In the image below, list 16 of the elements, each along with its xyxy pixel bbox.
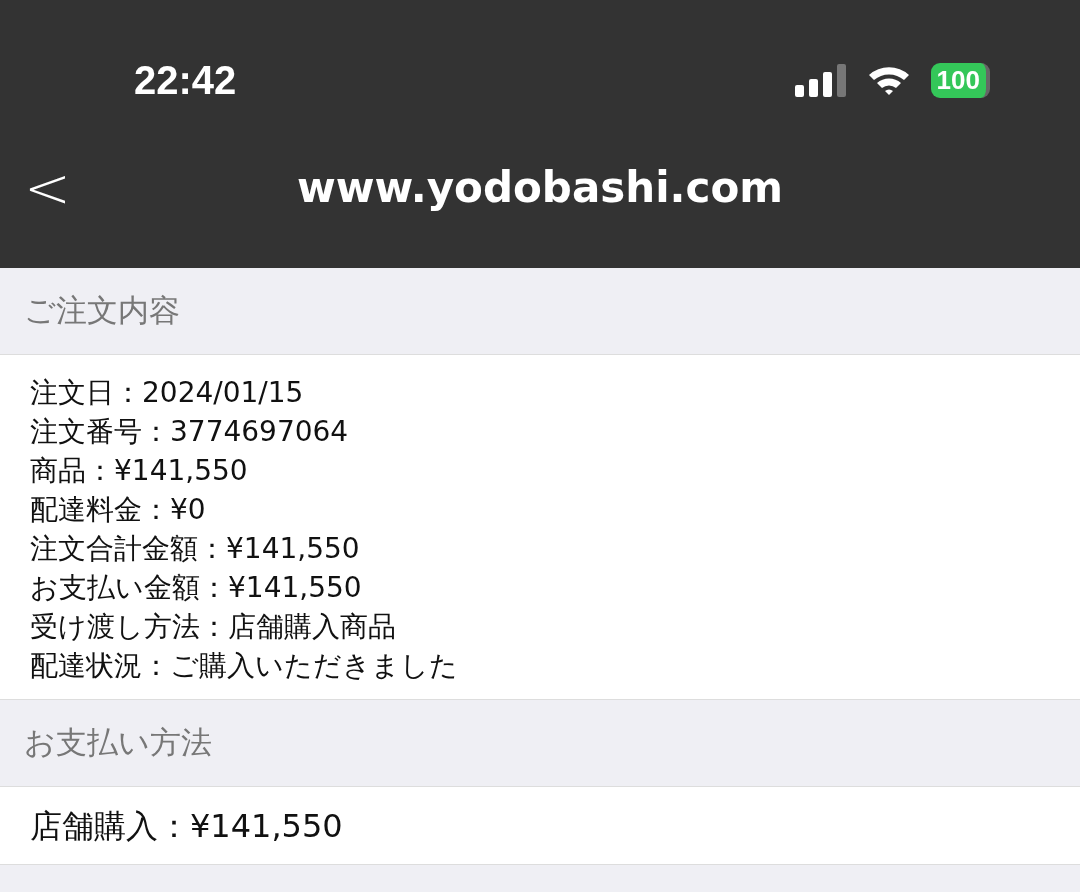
detail-line: 店舗購入：¥141,550 bbox=[30, 807, 344, 846]
detail-line: 注文日：2024/01/15 bbox=[30, 375, 305, 411]
status-time: 22:42 bbox=[134, 57, 237, 103]
detail-line: 受け渡し方法：店舗購入商品 bbox=[30, 609, 397, 645]
detail-line: 注文合計金額：¥141,550 bbox=[30, 531, 361, 567]
section-title: お支払い方法 bbox=[24, 723, 212, 762]
back-button[interactable]: < bbox=[0, 155, 71, 220]
detail-line: 配達状況：ご購入いただきました bbox=[30, 648, 459, 684]
signal-icon bbox=[794, 63, 847, 97]
battery-indicator: 100 bbox=[930, 62, 990, 98]
detail-line: 配達料金：¥0 bbox=[30, 492, 207, 528]
detail-line: お支払い金額：¥141,550 bbox=[30, 570, 363, 606]
detail-line: 商品：¥141,550 bbox=[30, 453, 249, 489]
section-title: ご注文内容 bbox=[24, 291, 180, 330]
detail-line: 注文番号：3774697064 bbox=[30, 414, 350, 450]
page-title: www.yodobashi.com bbox=[297, 163, 783, 212]
